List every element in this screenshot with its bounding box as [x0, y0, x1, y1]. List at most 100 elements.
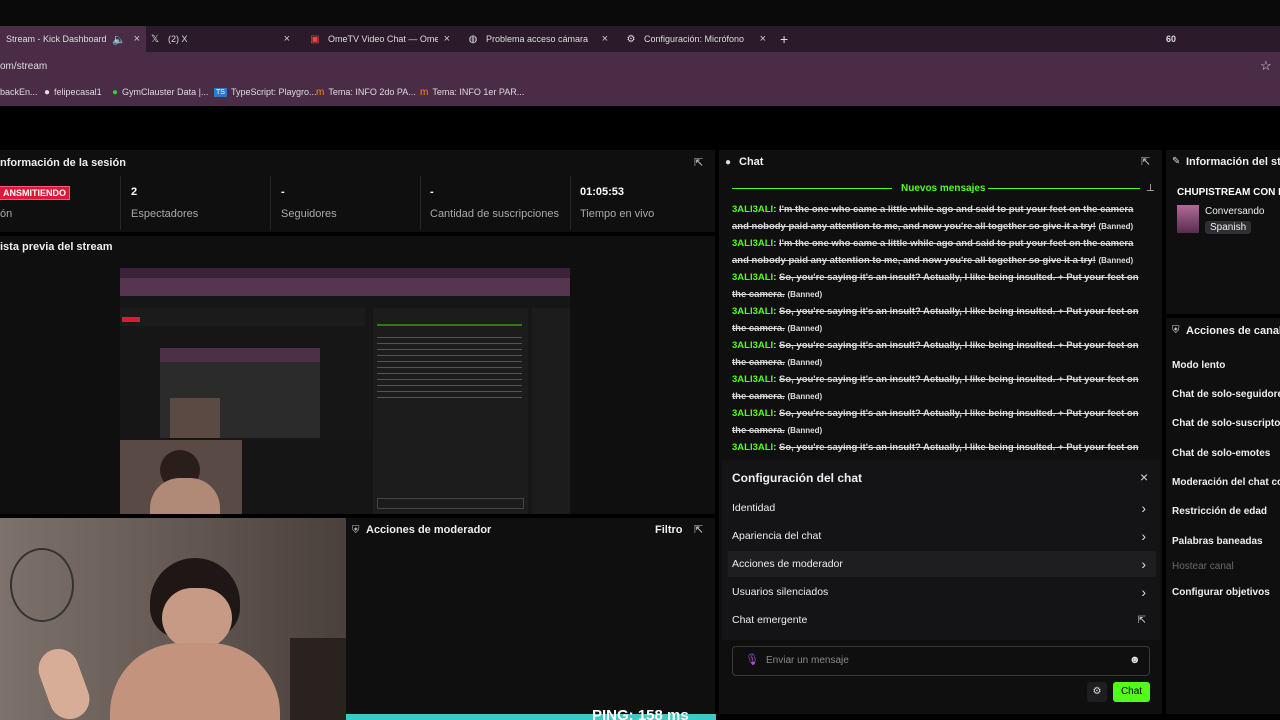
close-tab-icon[interactable]: ×	[444, 33, 450, 45]
divider	[570, 176, 571, 230]
expand-icon[interactable]: ⇱	[1141, 155, 1150, 168]
tab-x[interactable]: 𝕏 (2) X ×	[148, 26, 294, 52]
expand-icon[interactable]: ⇱	[694, 156, 703, 169]
chair-shape	[290, 638, 346, 720]
star-icon[interactable]: ☆	[1260, 58, 1272, 74]
chat-username[interactable]: 3ALI3ALI	[732, 442, 773, 453]
moderator-actions-panel: ⛨ Acciones de moderador Filtro ⇱	[346, 518, 715, 714]
chat-message[interactable]: 3ALI3ALI: So, you're saying it's an insu…	[732, 269, 1152, 303]
channel-actions-title: Acciones de canal	[1186, 325, 1280, 337]
category-thumbnail	[1177, 205, 1199, 233]
chat-username[interactable]: 3ALI3ALI	[732, 204, 773, 215]
chat-username[interactable]: 3ALI3ALI	[732, 408, 773, 419]
chevron-right-icon: ›	[1141, 584, 1146, 600]
close-tab-icon[interactable]: ×	[284, 33, 290, 45]
action-solo-seguidores[interactable]: Chat de solo-seguidores	[1172, 389, 1280, 400]
chat-username[interactable]: 3ALI3ALI	[732, 238, 773, 249]
chat-message-text: I'm the one who came a little while ago …	[732, 204, 1134, 232]
send-chat-button[interactable]: Chat	[1113, 682, 1150, 702]
tab-config-microfono[interactable]: ⚙ Configuración: Micrófono ×	[624, 26, 770, 52]
banned-tag: (Banned)	[787, 324, 823, 333]
status-label: ón	[0, 208, 13, 220]
bookmark-item[interactable]: m Tema: INFO 1er PAR...	[420, 80, 524, 104]
speaker-icon[interactable]: 🔈	[112, 33, 126, 46]
url-text[interactable]: om/stream	[0, 61, 47, 72]
config-item-usuarios-silenciados[interactable]: Usuarios silenciados ›	[732, 579, 1152, 605]
chat-message[interactable]: 3ALI3ALI: So, you're saying it's an insu…	[732, 303, 1152, 337]
ometv-icon: ▣	[310, 33, 320, 45]
bookmark-item[interactable]: ● felipecasal1	[44, 80, 102, 104]
chevron-right-icon: ›	[1141, 500, 1146, 516]
tab-kick-dashboard[interactable]: Stream - Kick Dashboard 🔈 ×	[0, 26, 146, 52]
stream-info-title: Información del strea	[1186, 156, 1280, 168]
address-bar[interactable]: om/stream ☆	[0, 52, 1280, 80]
banned-tag: (Banned)	[787, 392, 823, 401]
chat-message[interactable]: 3ALI3ALI: I'm the one who came a little …	[732, 235, 1152, 269]
leaf-icon: ●	[112, 86, 119, 98]
bookmark-item[interactable]: ● GymClauster Data |...	[112, 80, 208, 104]
action-palabras-baneadas[interactable]: Palabras baneadas	[1172, 536, 1263, 547]
chat-message-text: I'm the one who came a little while ago …	[732, 238, 1134, 266]
action-solo-emotes[interactable]: Chat de solo-emotes	[1172, 448, 1270, 459]
expand-icon[interactable]: ⇱	[694, 523, 703, 536]
config-item-identidad[interactable]: Identidad ›	[732, 495, 1152, 521]
chat-message[interactable]: 3ALI3ALI: So, you're saying it's an insu…	[732, 337, 1152, 371]
preview-webcam	[120, 440, 242, 514]
chat-settings-button[interactable]: ⚙	[1087, 682, 1107, 702]
chat-username[interactable]: 3ALI3ALI	[732, 340, 773, 351]
filter-button[interactable]: Filtro	[655, 524, 683, 536]
github-icon: ●	[44, 86, 51, 98]
config-item-chat-emergente[interactable]: Chat emergente ⇱	[732, 607, 1152, 633]
panel-title: ista previa del stream	[0, 241, 113, 253]
close-tab-icon[interactable]: ×	[134, 33, 140, 45]
chat-input[interactable]: 🎙 Enviar un mensaje ☻	[732, 646, 1150, 676]
chat-username[interactable]: 3ALI3ALI	[732, 374, 773, 385]
mic-icon[interactable]: 🎙	[745, 653, 759, 666]
shield-icon: ⛨	[352, 525, 360, 536]
close-icon[interactable]: ×	[1140, 469, 1148, 485]
followers-label: Seguidores	[281, 208, 337, 220]
emoji-icon[interactable]: ☻	[1129, 654, 1141, 666]
bookmark-item[interactable]: m Tema: INFO 2do PA...	[316, 80, 416, 104]
external-link-icon: ⇱	[1137, 614, 1146, 626]
chat-message[interactable]: 3ALI3ALI: So, you're saying it's an insu…	[732, 371, 1152, 405]
close-tab-icon[interactable]: ×	[602, 33, 608, 45]
pin-icon[interactable]: ⊥	[1146, 183, 1155, 194]
new-tab-button[interactable]: +	[780, 26, 796, 52]
preview-side-block	[532, 308, 570, 514]
action-solo-suscriptores[interactable]: Chat de solo-suscriptore	[1172, 418, 1280, 429]
action-modo-lento[interactable]: Modo lento	[1172, 360, 1225, 371]
close-tab-icon[interactable]: ×	[760, 33, 766, 45]
person-face	[162, 588, 232, 648]
chat-username[interactable]: 3ALI3ALI	[732, 272, 773, 283]
new-messages-label: Nuevos mensajes	[901, 183, 986, 194]
window-top-strip	[0, 0, 1280, 26]
chat-input-placeholder: Enviar un mensaje	[766, 655, 849, 666]
chat-title: Chat	[739, 156, 764, 168]
preview-video[interactable]	[120, 268, 570, 514]
moodle-icon: m	[420, 86, 429, 98]
chat-message[interactable]: 3ALI3ALI: So, you're saying it's an insu…	[732, 405, 1152, 439]
tab-ometv[interactable]: ▣ OmeTV Video Chat — Omegle ×	[308, 26, 454, 52]
action-restriccion-edad[interactable]: Restricción de edad	[1172, 506, 1267, 517]
chat-config-title: Configuración del chat	[732, 471, 863, 485]
bookmark-label: GymClauster Data |...	[122, 87, 209, 97]
config-item-apariencia[interactable]: Apariencia del chat ›	[732, 523, 1152, 549]
live-time-value: 01:05:53	[580, 186, 625, 198]
menu-item-label: Chat emergente	[732, 614, 808, 626]
bookmark-item[interactable]: TS TypeScript: Playgro...	[214, 80, 317, 104]
bookmark-label: backEn...	[0, 87, 38, 97]
plus-icon: +	[780, 31, 789, 47]
chat-message[interactable]: 3ALI3ALI: So, you're saying it's an insu…	[732, 439, 1152, 456]
action-configurar-objetivos[interactable]: Configurar objetivos	[1172, 587, 1270, 598]
chat-username[interactable]: 3ALI3ALI	[732, 306, 773, 317]
bookmark-item[interactable]: backEn...	[0, 80, 38, 104]
session-info-panel: nformación de la sesión ⇱ ANSMITIENDO ón…	[0, 150, 715, 232]
stream-title: CHUPISTREAM CON LO	[1177, 187, 1280, 198]
fan-shape	[10, 548, 74, 622]
chat-message[interactable]: 3ALI3ALI: I'm the one who came a little …	[732, 201, 1152, 235]
tab-problema-camara[interactable]: ◍ Problema acceso cámara ×	[466, 26, 612, 52]
config-item-acciones-moderador[interactable]: Acciones de moderador ›	[728, 551, 1156, 577]
pencil-icon: ✎	[1172, 156, 1181, 167]
action-moderacion-chat[interactable]: Moderación del chat co	[1172, 477, 1280, 488]
